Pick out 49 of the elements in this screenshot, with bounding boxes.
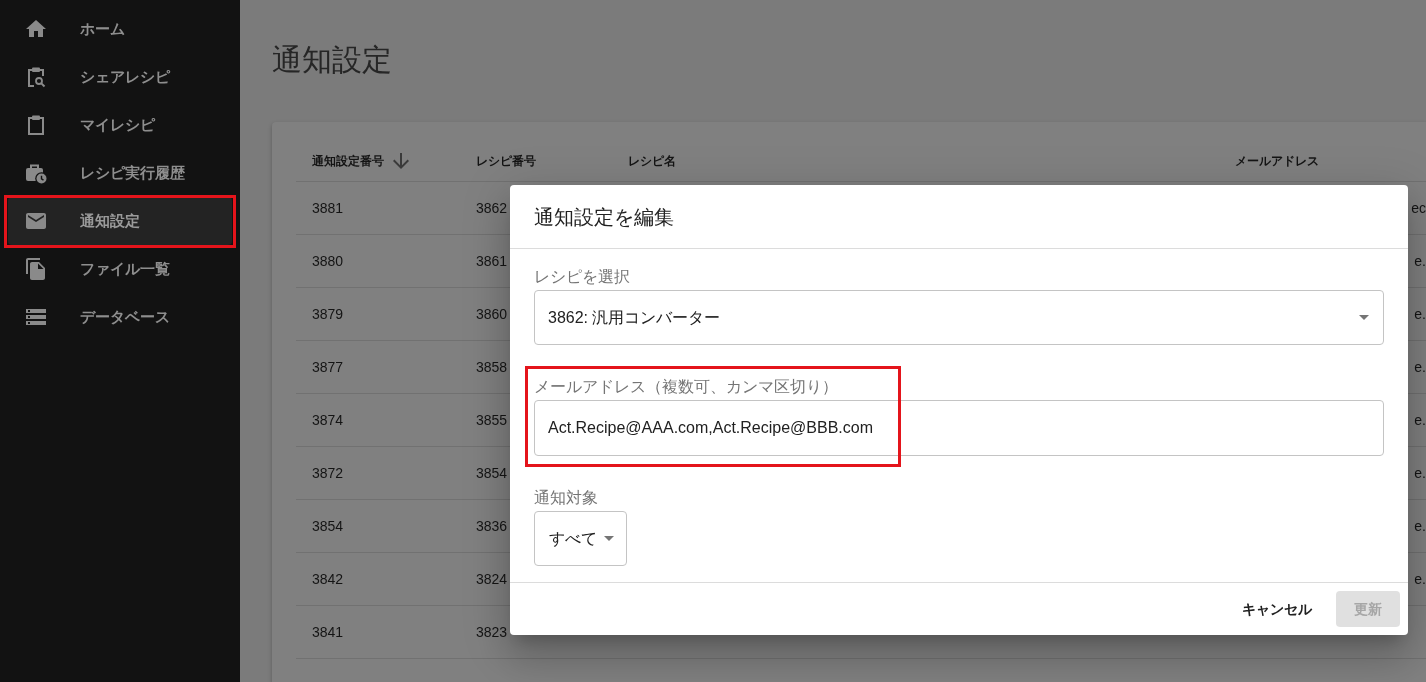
dialog-title: 通知設定を編集 — [534, 204, 674, 229]
table-cell-text: 3823 — [476, 622, 508, 642]
table-cell-text: 3880 — [312, 251, 344, 271]
field-label: メールアドレス（複数可、カンマ区切り） — [534, 377, 838, 397]
dropdown-field[interactable]: すべて — [534, 511, 627, 566]
column-header[interactable]: レシピ名 — [612, 151, 1219, 170]
files-icon — [24, 257, 48, 281]
caret-icon — [1359, 315, 1369, 320]
table-cell-text: 3877 — [312, 357, 344, 377]
table-cell-text: 3854 — [476, 463, 508, 483]
table-cell-text: e. — [1414, 569, 1426, 589]
table-cell-text: e. — [1414, 516, 1426, 536]
table-cell-text: e. — [1414, 304, 1426, 324]
table-cell-text: e. — [1414, 251, 1426, 271]
table-cell-text: 3879 — [312, 304, 344, 324]
cancel-button[interactable]: キャンセル — [1230, 591, 1324, 627]
table-cell-text: 3872 — [312, 463, 344, 483]
table-cell-text: e. — [1414, 357, 1426, 377]
column-header[interactable]: レシピ番号 — [460, 151, 612, 170]
caret-icon — [604, 536, 614, 541]
table-cell-text: 3874 — [312, 410, 344, 430]
sidebar-item[interactable]: レシピ実行履歴 — [8, 149, 232, 197]
arrow-down-icon — [392, 151, 410, 170]
table-cell-text: 3854 — [312, 516, 344, 536]
table-cell-text: 3860 — [476, 304, 508, 324]
sidebar-item[interactable]: マイレシピ — [8, 101, 232, 149]
table-cell-text: e. — [1414, 410, 1426, 430]
table-cell-text: 3855 — [476, 410, 508, 430]
field-label: レシピを選択 — [534, 267, 630, 287]
sidebar-item[interactable]: シェアレシピ — [8, 53, 232, 101]
table-cell-text: 3842 — [312, 569, 344, 589]
table-cell-text: e. — [1414, 463, 1426, 483]
column-header[interactable]: 通知設定番号 — [296, 151, 460, 170]
email-field[interactable]: Act.Recipe@AAA.com,Act.Recipe@BBB.com — [534, 400, 1384, 456]
table-cell-text: 3841 — [312, 622, 344, 642]
table-cell-text: 3861 — [476, 251, 508, 271]
table-cell-text: 3858 — [476, 357, 508, 377]
column-header[interactable]: メールアドレス — [1219, 151, 1426, 170]
sidebar-item[interactable]: データベース — [8, 293, 232, 341]
table-cell-text: 3824 — [476, 569, 508, 589]
select-field[interactable]: 3862: 汎用コンバーター — [534, 290, 1384, 345]
page-title: 通知設定 — [272, 42, 393, 78]
table-cell-text: 3881 — [312, 198, 344, 218]
sidebar-item[interactable]: ファイル一覧 — [8, 245, 232, 293]
field-label: 通知対象 — [534, 488, 598, 508]
table-cell-text: 3862 — [476, 198, 508, 218]
sidebar-item[interactable]: ホーム — [8, 5, 232, 53]
table-cell-text: ec — [1411, 198, 1426, 218]
table-cell-text: 3836 — [476, 516, 508, 536]
